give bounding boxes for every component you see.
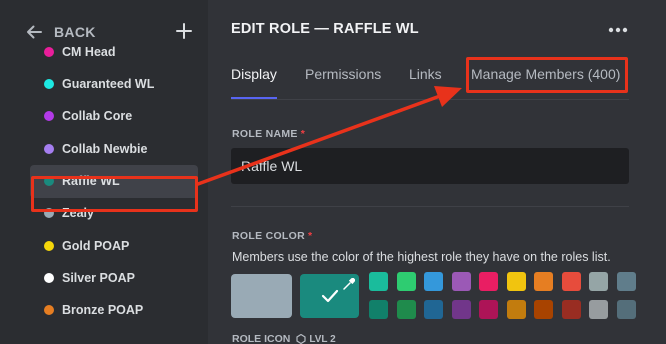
palette-swatch[interactable]: [369, 300, 388, 319]
role-item[interactable]: CM Head: [30, 36, 198, 69]
palette-row-top: [369, 272, 636, 291]
role-color-label: ROLE COLOR *: [232, 230, 313, 242]
palette-swatch[interactable]: [479, 300, 498, 319]
tab-display[interactable]: Display: [231, 66, 277, 82]
role-name: Collab Newbie: [62, 142, 148, 157]
page-title: EDIT ROLE — RAFFLE WL: [231, 21, 419, 37]
required-marker: *: [308, 230, 313, 242]
role-name: Guaranteed WL: [62, 77, 155, 92]
role-item[interactable]: Guaranteed WL: [30, 68, 198, 101]
required-marker: *: [300, 128, 306, 140]
tab-links[interactable]: Links: [409, 66, 442, 82]
color-palette: [369, 272, 636, 328]
palette-swatch[interactable]: [424, 300, 443, 319]
palette-swatch[interactable]: [479, 272, 498, 291]
check-icon: [321, 289, 339, 303]
role-color-dot: [44, 144, 54, 155]
palette-swatch[interactable]: [396, 272, 416, 291]
role-item[interactable]: Silver POAP: [30, 262, 198, 295]
palette-swatch[interactable]: [561, 300, 581, 319]
level-badge: LVL 2: [296, 334, 336, 344]
role-icon-label: ROLE ICON LVL 2: [232, 333, 336, 344]
role-color-dot: [44, 241, 54, 252]
palette-swatch[interactable]: [506, 300, 526, 319]
tab-permissions[interactable]: Permissions: [305, 66, 381, 82]
palette-swatch[interactable]: [396, 300, 416, 319]
palette-swatch[interactable]: [616, 300, 636, 319]
role-item[interactable]: Gold POAP: [30, 230, 198, 263]
role-name: Bronze POAP: [62, 303, 144, 318]
role-color-dot: [44, 273, 54, 284]
role-name-input[interactable]: [231, 148, 629, 184]
role-item[interactable]: Collab Newbie: [30, 133, 198, 166]
role-color-dot: [44, 79, 54, 90]
highlight-box-raffle-wl: [31, 176, 198, 212]
role-name: CM Head: [62, 45, 116, 60]
role-name: Gold POAP: [62, 239, 130, 254]
role-color-dot: [44, 47, 54, 58]
palette-swatch[interactable]: [451, 300, 471, 319]
palette-swatch[interactable]: [424, 272, 443, 291]
palette-swatch[interactable]: [369, 272, 388, 291]
palette-row-bottom: [369, 300, 636, 319]
palette-swatch[interactable]: [451, 272, 471, 291]
palette-swatch[interactable]: [534, 272, 553, 291]
more-options-icon[interactable]: [606, 22, 630, 38]
role-name: Collab Core: [62, 109, 133, 124]
role-color-dot: [44, 111, 54, 122]
section-divider: [231, 206, 629, 207]
default-color-swatch[interactable]: [231, 274, 292, 318]
roles-sidebar: BACK CM Head Guaranteed WL Collab Core Coll…: [0, 0, 208, 344]
role-name-label: ROLE NAME *: [232, 128, 306, 140]
eyedropper-icon[interactable]: [342, 278, 355, 291]
tabs-divider: [231, 99, 629, 100]
palette-swatch[interactable]: [506, 272, 526, 291]
role-item[interactable]: Bronze POAP: [30, 294, 198, 327]
palette-swatch[interactable]: [589, 272, 608, 291]
custom-color-swatch[interactable]: [300, 274, 359, 318]
palette-swatch[interactable]: [616, 272, 636, 291]
role-color-dot: [44, 305, 54, 316]
role-name: Silver POAP: [62, 271, 135, 286]
boost-gem-icon: [296, 334, 306, 344]
role-color-help-text: Members use the color of the highest rol…: [232, 250, 611, 264]
palette-swatch[interactable]: [589, 300, 608, 319]
role-item[interactable]: Collab Core: [30, 100, 198, 133]
palette-swatch[interactable]: [534, 300, 553, 319]
palette-swatch[interactable]: [561, 272, 581, 291]
highlight-box-manage-members: [466, 57, 628, 93]
